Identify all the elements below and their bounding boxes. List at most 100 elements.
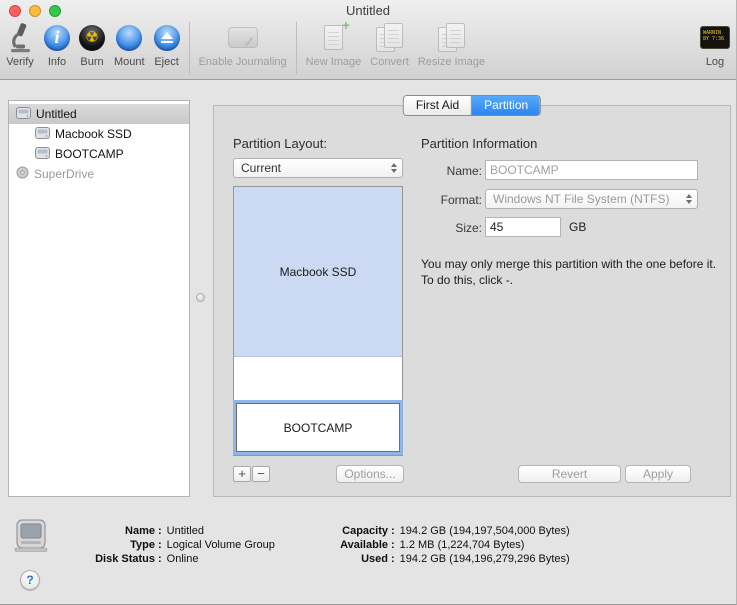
sidebar-item-label: BOOTCAMP <box>55 147 124 161</box>
device-sidebar: Untitled Macbook SSD BOOTCAMP SuperDrive <box>8 100 190 497</box>
sidebar-item-bootcamp[interactable]: BOOTCAMP <box>9 144 189 164</box>
burn-icon <box>79 21 105 54</box>
partition-layout-value: Current <box>241 161 387 175</box>
size-unit-label: GB <box>569 220 586 234</box>
summary-value: 194.2 GB (194,197,504,000 Bytes) <box>400 524 570 538</box>
toolbar-info-button[interactable]: Info <box>44 20 70 68</box>
summary-label: Disk Status <box>55 552 155 566</box>
disk-summary-right: Capacity:194.2 GB (194,197,504,000 Bytes… <box>268 524 570 566</box>
partition-block-label: Macbook SSD <box>280 265 357 279</box>
summary-value: 194.2 GB (194,196,279,296 Bytes) <box>400 552 570 566</box>
summary-row-available: Available:1.2 MB (1,224,704 Bytes) <box>268 538 570 552</box>
tab-label: Partition <box>484 98 528 112</box>
summary-row-name: Name:Untitled <box>55 524 275 538</box>
toolbar-enable-journaling-button[interactable]: Enable Journaling <box>199 20 287 68</box>
size-label: Size: <box>414 221 482 235</box>
remove-partition-button[interactable]: − <box>252 466 270 482</box>
options-button[interactable]: Options... <box>336 465 404 483</box>
sidebar-item-superdrive[interactable]: SuperDrive <box>9 164 189 184</box>
partition-block-bootcamp[interactable]: BOOTCAMP <box>236 403 400 452</box>
toolbar-burn-button[interactable]: Burn <box>79 20 105 68</box>
tab-partition[interactable]: Partition <box>471 96 540 115</box>
format-label: Format: <box>414 193 482 207</box>
summary-separator: : <box>155 538 167 552</box>
summary-separator: : <box>155 524 167 538</box>
name-field[interactable] <box>485 160 698 180</box>
toolbar-resize-image-button[interactable]: Resize Image <box>418 20 485 68</box>
apply-button[interactable]: Apply <box>625 465 691 483</box>
drive-icon <box>12 518 50 557</box>
summary-label: Name <box>55 524 155 538</box>
new-image-icon <box>324 21 343 54</box>
partition-block-macbook-ssd[interactable]: Macbook SSD <box>234 187 402 357</box>
sidebar-item-untitled[interactable]: Untitled <box>9 104 189 124</box>
format-select[interactable]: Windows NT File System (NTFS) <box>485 189 698 209</box>
partition-layout-select[interactable]: Current <box>233 158 403 178</box>
toolbar-new-image-label: New Image <box>306 56 362 68</box>
tab-bar: First Aid Partition <box>403 95 541 116</box>
disk-summary-left: Name:Untitled Type:Logical Volume Group … <box>55 524 275 566</box>
summary-row-capacity: Capacity:194.2 GB (194,197,504,000 Bytes… <box>268 524 570 538</box>
resize-image-icon <box>438 21 465 54</box>
toolbar-mount-button[interactable]: Mount <box>114 20 145 68</box>
toolbar-mount-label: Mount <box>114 56 145 68</box>
toolbar-new-image-button[interactable]: New Image <box>306 20 362 68</box>
revert-button[interactable]: Revert <box>518 465 621 483</box>
summary-label: Type <box>55 538 155 552</box>
summary-separator: : <box>155 552 167 566</box>
window-title: Untitled <box>0 3 736 18</box>
merge-note: You may only merge this partition with t… <box>421 256 721 288</box>
mount-icon <box>116 21 142 54</box>
toolbar-log-button[interactable]: WARNIN 8Y 7:36 Log <box>700 20 730 68</box>
toolbar-separator <box>189 22 190 74</box>
toolbar-convert-button[interactable]: Convert <box>370 20 409 68</box>
splitter-thumb[interactable] <box>196 293 205 302</box>
summary-value: Logical Volume Group <box>167 538 275 552</box>
toolbar-verify-label: Verify <box>6 56 34 68</box>
summary-row-disk-status: Disk Status:Online <box>55 552 275 566</box>
toolbar-burn-label: Burn <box>80 56 103 68</box>
chevron-updown-icon <box>682 194 697 204</box>
main-panel: First Aid Partition Partition Layout: Cu… <box>213 105 731 497</box>
partition-information-title: Partition Information <box>421 136 537 151</box>
toolbar-resize-image-label: Resize Image <box>418 56 485 68</box>
toolbar-log-label: Log <box>706 56 724 68</box>
toolbar-enable-journaling-label: Enable Journaling <box>199 56 287 68</box>
volume-icon <box>35 127 50 142</box>
summary-separator: : <box>388 524 400 538</box>
summary-label: Available <box>268 538 388 552</box>
partition-layout-title: Partition Layout: <box>233 136 327 151</box>
format-value: Windows NT File System (NTFS) <box>493 192 682 206</box>
summary-value: Online <box>167 552 199 566</box>
title-bar: Untitled Verify Info <box>0 0 736 80</box>
optical-disc-icon <box>16 166 29 182</box>
toolbar: Verify Info Burn Mount <box>5 20 730 78</box>
add-partition-button[interactable]: + <box>233 466 251 482</box>
toolbar-convert-label: Convert <box>370 56 409 68</box>
toolbar-eject-label: Eject <box>154 56 178 68</box>
toolbar-separator <box>296 22 297 74</box>
log-icon: WARNIN 8Y 7:36 <box>700 21 730 54</box>
volume-icon <box>35 147 50 162</box>
help-button[interactable]: ? <box>20 570 40 590</box>
name-label: Name: <box>414 164 482 178</box>
log-icon-text: 8Y 7:36 <box>703 36 729 42</box>
chevron-updown-icon <box>387 163 402 173</box>
toolbar-info-label: Info <box>48 56 66 68</box>
summary-separator: : <box>388 538 400 552</box>
summary-label: Capacity <box>268 524 388 538</box>
disk-icon <box>16 107 31 122</box>
summary-separator: : <box>388 552 400 566</box>
summary-label: Used <box>268 552 388 566</box>
tab-first-aid[interactable]: First Aid <box>404 96 471 115</box>
tab-label: First Aid <box>416 98 459 112</box>
summary-row-type: Type:Logical Volume Group <box>55 538 275 552</box>
sidebar-item-label: SuperDrive <box>34 167 94 181</box>
toolbar-verify-button[interactable]: Verify <box>5 20 35 68</box>
size-field[interactable] <box>485 217 561 237</box>
sidebar-item-macbook-ssd[interactable]: Macbook SSD <box>9 124 189 144</box>
summary-value: 1.2 MB (1,224,704 Bytes) <box>400 538 525 552</box>
microscope-icon <box>5 21 35 54</box>
toolbar-eject-button[interactable]: Eject <box>154 20 180 68</box>
partition-block-label: BOOTCAMP <box>284 421 353 435</box>
